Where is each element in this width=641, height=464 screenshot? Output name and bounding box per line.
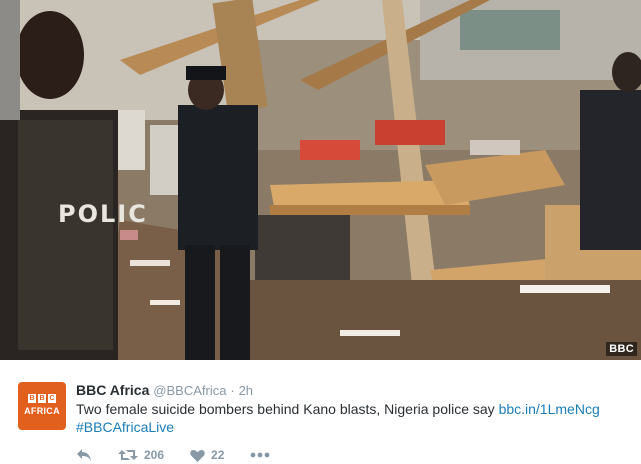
tweet-text: Two female suicide bombers behind Kano b… <box>76 400 631 436</box>
tweet-photo[interactable]: POLIC BBC <box>0 0 641 360</box>
hashtag-link[interactable]: #BBCAfricaLive <box>76 419 174 435</box>
police-vest-text: POLIC <box>58 200 148 228</box>
retweet-icon <box>118 450 138 460</box>
reply-button[interactable] <box>76 448 92 462</box>
bbc-watermark: BBC <box>606 342 637 356</box>
retweet-count: 206 <box>144 448 165 462</box>
more-icon <box>250 452 270 458</box>
reply-icon <box>77 449 91 461</box>
retweet-button[interactable]: 206 <box>118 448 164 462</box>
heart-icon <box>190 449 205 462</box>
timestamp[interactable]: 2h <box>239 383 253 398</box>
handle[interactable]: @BBCAfrica <box>153 383 226 398</box>
like-count: 22 <box>211 448 225 462</box>
market-blast-scene: POLIC <box>0 0 641 360</box>
tweet-text-body: Two female suicide bombers behind Kano b… <box>76 401 495 417</box>
more-button[interactable] <box>250 452 270 458</box>
like-button[interactable]: 22 <box>190 448 224 462</box>
display-name[interactable]: BBC Africa <box>76 382 149 398</box>
tweet-actions: 206 22 <box>76 447 296 463</box>
separator: · <box>230 383 235 398</box>
avatar[interactable]: B B C AFRICA <box>18 382 66 430</box>
tweet-link[interactable]: bbc.in/1LmeNcg <box>499 401 600 417</box>
avatar-word: AFRICA <box>24 406 60 416</box>
tweet-card: B B C AFRICA BBC Africa @BBCAfrica · 2h … <box>0 360 641 464</box>
tweet-header: BBC Africa @BBCAfrica · 2h <box>76 382 253 398</box>
bbc-logo: B B C <box>28 394 56 403</box>
